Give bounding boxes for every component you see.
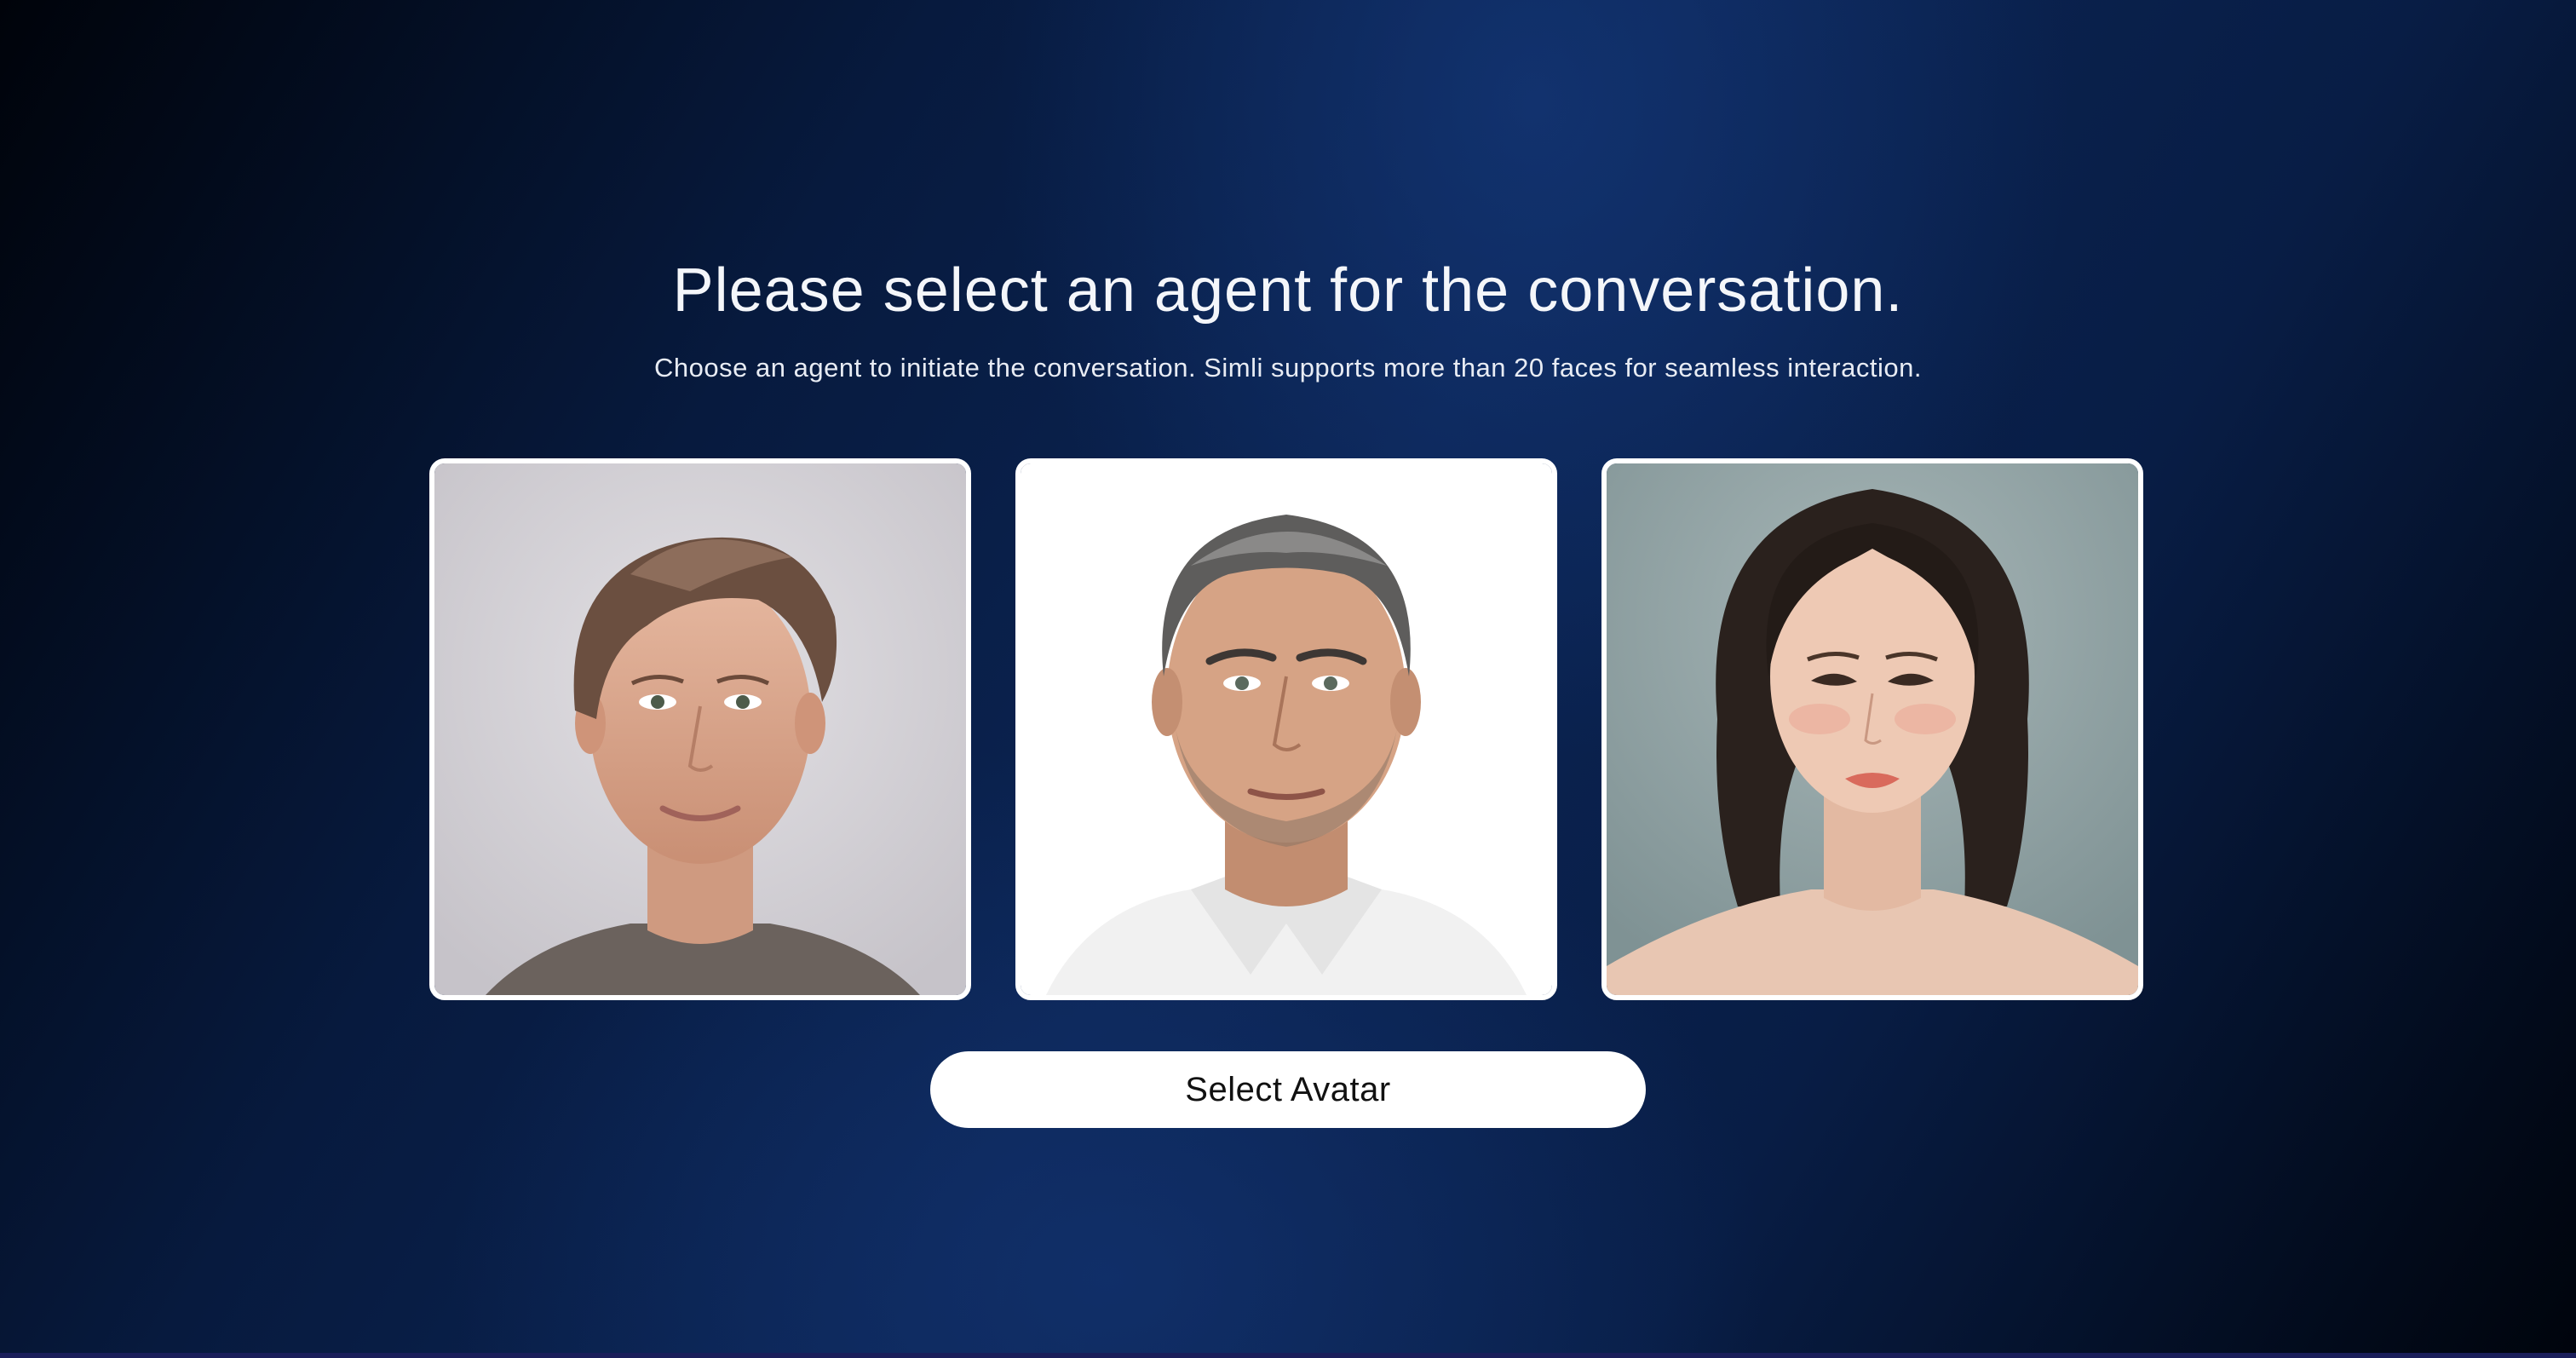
page-title: Please select an agent for the conversat…	[672, 256, 1904, 325]
page-subtitle: Choose an agent to initiate the conversa…	[654, 353, 1922, 383]
avatar-card-2[interactable]	[1015, 458, 1557, 1000]
select-avatar-button[interactable]: Select Avatar	[930, 1051, 1646, 1128]
avatar-grid	[429, 458, 2147, 1004]
avatar-card-3[interactable]	[1601, 458, 2143, 1000]
avatar-image-young-woman-dark-hair	[1607, 463, 2138, 995]
bottom-edge-divider	[0, 1353, 2576, 1358]
avatar-image-woman-short-hair	[434, 463, 966, 995]
avatar-card-1[interactable]	[429, 458, 971, 1000]
avatar-image-man-grey-hair	[1021, 463, 1552, 995]
